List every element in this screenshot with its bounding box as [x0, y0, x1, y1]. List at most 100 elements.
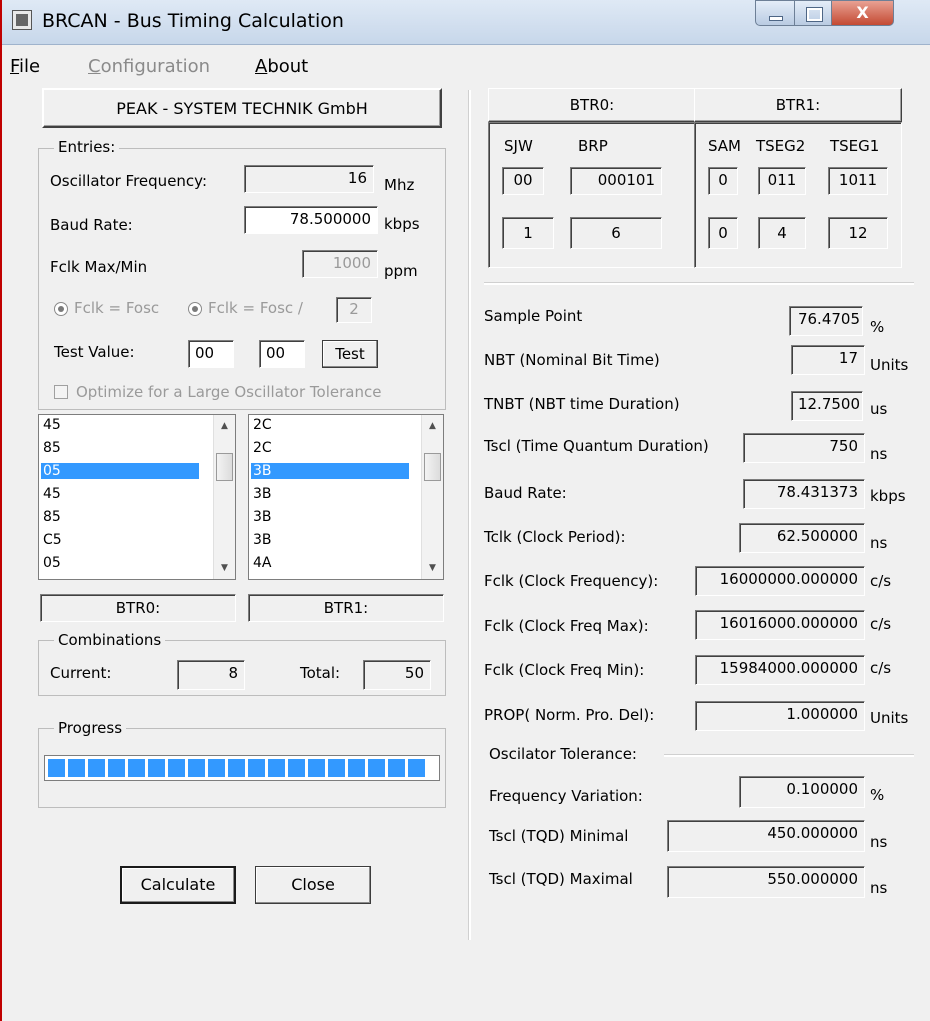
sample-point-unit: %: [870, 318, 885, 336]
menu-bar: File Configuration About: [2, 52, 930, 80]
btr1-header: BTR1:: [694, 88, 902, 122]
fclk-maxmin-label: Fclk Max/Min: [50, 258, 148, 276]
sample-point-field: 76.4705: [789, 306, 863, 336]
btr0-list-item[interactable]: 45: [41, 417, 199, 433]
btr1-list-scrollbar[interactable]: ▲ ▼: [421, 415, 443, 579]
btr0-list-item[interactable]: 85: [41, 440, 199, 456]
btr0-listbox[interactable]: 05 C5 85 45 05 85 45 ▲ ▼: [38, 414, 236, 580]
fclk-max-field: 16016000.000000: [695, 610, 865, 640]
baud-result-label: Baud Rate:: [484, 484, 567, 502]
brp-header: BRP: [578, 137, 608, 155]
test-value-1-input[interactable]: 00: [188, 340, 234, 368]
scroll-down-icon[interactable]: ▼: [422, 557, 443, 579]
nbt-field: 17: [791, 345, 865, 375]
progress-segment: [68, 759, 85, 777]
btr0-list-item[interactable]: 85: [41, 509, 199, 525]
scroll-thumb[interactable]: [216, 453, 233, 481]
sjw-header: SJW: [504, 137, 533, 155]
btr0-list-scrollbar[interactable]: ▲ ▼: [213, 415, 235, 579]
btr0-list-item[interactable]: 05: [41, 463, 199, 479]
app-icon[interactable]: [12, 10, 32, 30]
progress-segment: [208, 759, 225, 777]
fclk-fosc-div-radio[interactable]: [188, 302, 202, 316]
tscl-unit: ns: [870, 445, 888, 463]
title-bar[interactable]: BRCAN - Bus Timing Calculation X: [2, 0, 930, 45]
btr1-list-item[interactable]: 3B: [251, 532, 409, 548]
progress-segment: [88, 759, 105, 777]
tqd-min-field: 450.000000: [667, 820, 865, 852]
progress-segment: [248, 759, 265, 777]
tqd-max-field: 550.000000: [667, 866, 865, 898]
tqd-min-label: Tscl (TQD) Minimal: [489, 827, 629, 845]
test-value-2-input[interactable]: 00: [259, 340, 305, 368]
tqd-max-label: Tscl (TQD) Maximal: [489, 870, 633, 888]
progress-segment: [388, 759, 405, 777]
baud-rate-input[interactable]: 78.500000: [244, 206, 378, 234]
close-icon: X: [856, 3, 869, 22]
scroll-down-icon[interactable]: ▼: [214, 557, 235, 579]
fclk-maxmin-unit: ppm: [384, 262, 418, 280]
baud-result-unit: kbps: [870, 487, 906, 505]
fclk-field: 16000000.000000: [695, 566, 865, 596]
btr1-list-item[interactable]: 3B: [251, 509, 409, 525]
scroll-thumb[interactable]: [424, 453, 441, 481]
btr1-list-item[interactable]: 3B: [251, 463, 409, 479]
btr0-list-item[interactable]: C5: [41, 532, 199, 548]
fclk-min-field: 15984000.000000: [695, 655, 865, 685]
menu-file[interactable]: File: [10, 56, 40, 77]
progress-segment: [48, 759, 65, 777]
osc-freq-field[interactable]: 16: [244, 165, 374, 193]
company-banner: PEAK - SYSTEM TECHNIK GmbH: [42, 88, 442, 128]
btr1-list-item[interactable]: 4A: [251, 555, 409, 571]
maximize-button[interactable]: [794, 0, 832, 26]
fclk-max-label: Fclk (Clock Freq Max):: [484, 617, 649, 635]
tnbt-unit: us: [870, 400, 888, 418]
close-button[interactable]: Close: [255, 866, 371, 904]
fclk-fosc-radio[interactable]: [54, 302, 68, 316]
scroll-up-icon[interactable]: ▲: [214, 415, 235, 437]
test-button[interactable]: Test: [322, 340, 378, 368]
test-value-label: Test Value:: [54, 343, 135, 361]
progress-segment: [308, 759, 325, 777]
sam-bin-field: 0: [708, 167, 738, 195]
baud-rate-label: Baud Rate:: [50, 216, 133, 234]
sjw-bin-field: 00: [502, 167, 544, 195]
progress-bar: [44, 755, 440, 781]
minimize-button[interactable]: [755, 0, 795, 26]
fclk-maxmin-field[interactable]: 1000: [302, 250, 378, 278]
optimize-checkbox[interactable]: [54, 385, 68, 399]
progress-segment: [268, 759, 285, 777]
sam-header: SAM: [708, 137, 742, 155]
results-separator: [484, 282, 914, 285]
menu-configuration[interactable]: Configuration: [88, 56, 210, 77]
btr0-list-item[interactable]: 45: [41, 486, 199, 502]
nbt-unit: Units: [870, 356, 909, 374]
baud-result-field: 78.431373: [743, 479, 865, 509]
prop-unit: Units: [870, 709, 909, 727]
window-title: BRCAN - Bus Timing Calculation: [42, 10, 344, 32]
sjw-dec-field: 1: [502, 217, 554, 249]
tseg2-bin-field: 011: [758, 167, 806, 195]
btr1-listbox[interactable]: 4A 3B 3B 3B 3B 2C 2C ▲ ▼: [248, 414, 444, 580]
fclk-fosc-div-label: Fclk = Fosc /: [208, 299, 303, 317]
osc-freq-unit: Mhz: [384, 176, 415, 194]
menu-about[interactable]: About: [255, 56, 308, 77]
close-window-button[interactable]: X: [831, 0, 894, 26]
progress-segment: [368, 759, 385, 777]
calculate-button[interactable]: Calculate: [120, 866, 236, 904]
btr1-list-item[interactable]: 3B: [251, 486, 409, 502]
osc-tolerance-label: Oscilator Tolerance:: [489, 745, 637, 763]
prop-field: 1.000000: [695, 701, 865, 731]
btr0-list-item[interactable]: 05: [41, 555, 199, 571]
divider-field[interactable]: 2: [336, 297, 372, 323]
btr1-list-item[interactable]: 2C: [251, 417, 409, 433]
fclk-min-label: Fclk (Clock Freq Min):: [484, 661, 645, 679]
scroll-up-icon[interactable]: ▲: [422, 415, 443, 437]
baud-rate-unit: kbps: [384, 215, 420, 233]
progress-segment: [408, 759, 425, 777]
tseg2-header: TSEG2: [756, 137, 806, 155]
tnbt-label: TNBT (NBT time Duration): [484, 395, 680, 413]
nbt-label: NBT (Nominal Bit Time): [484, 351, 660, 369]
btr0-result-field: BTR0:: [40, 594, 236, 622]
btr1-list-item[interactable]: 2C: [251, 440, 409, 456]
